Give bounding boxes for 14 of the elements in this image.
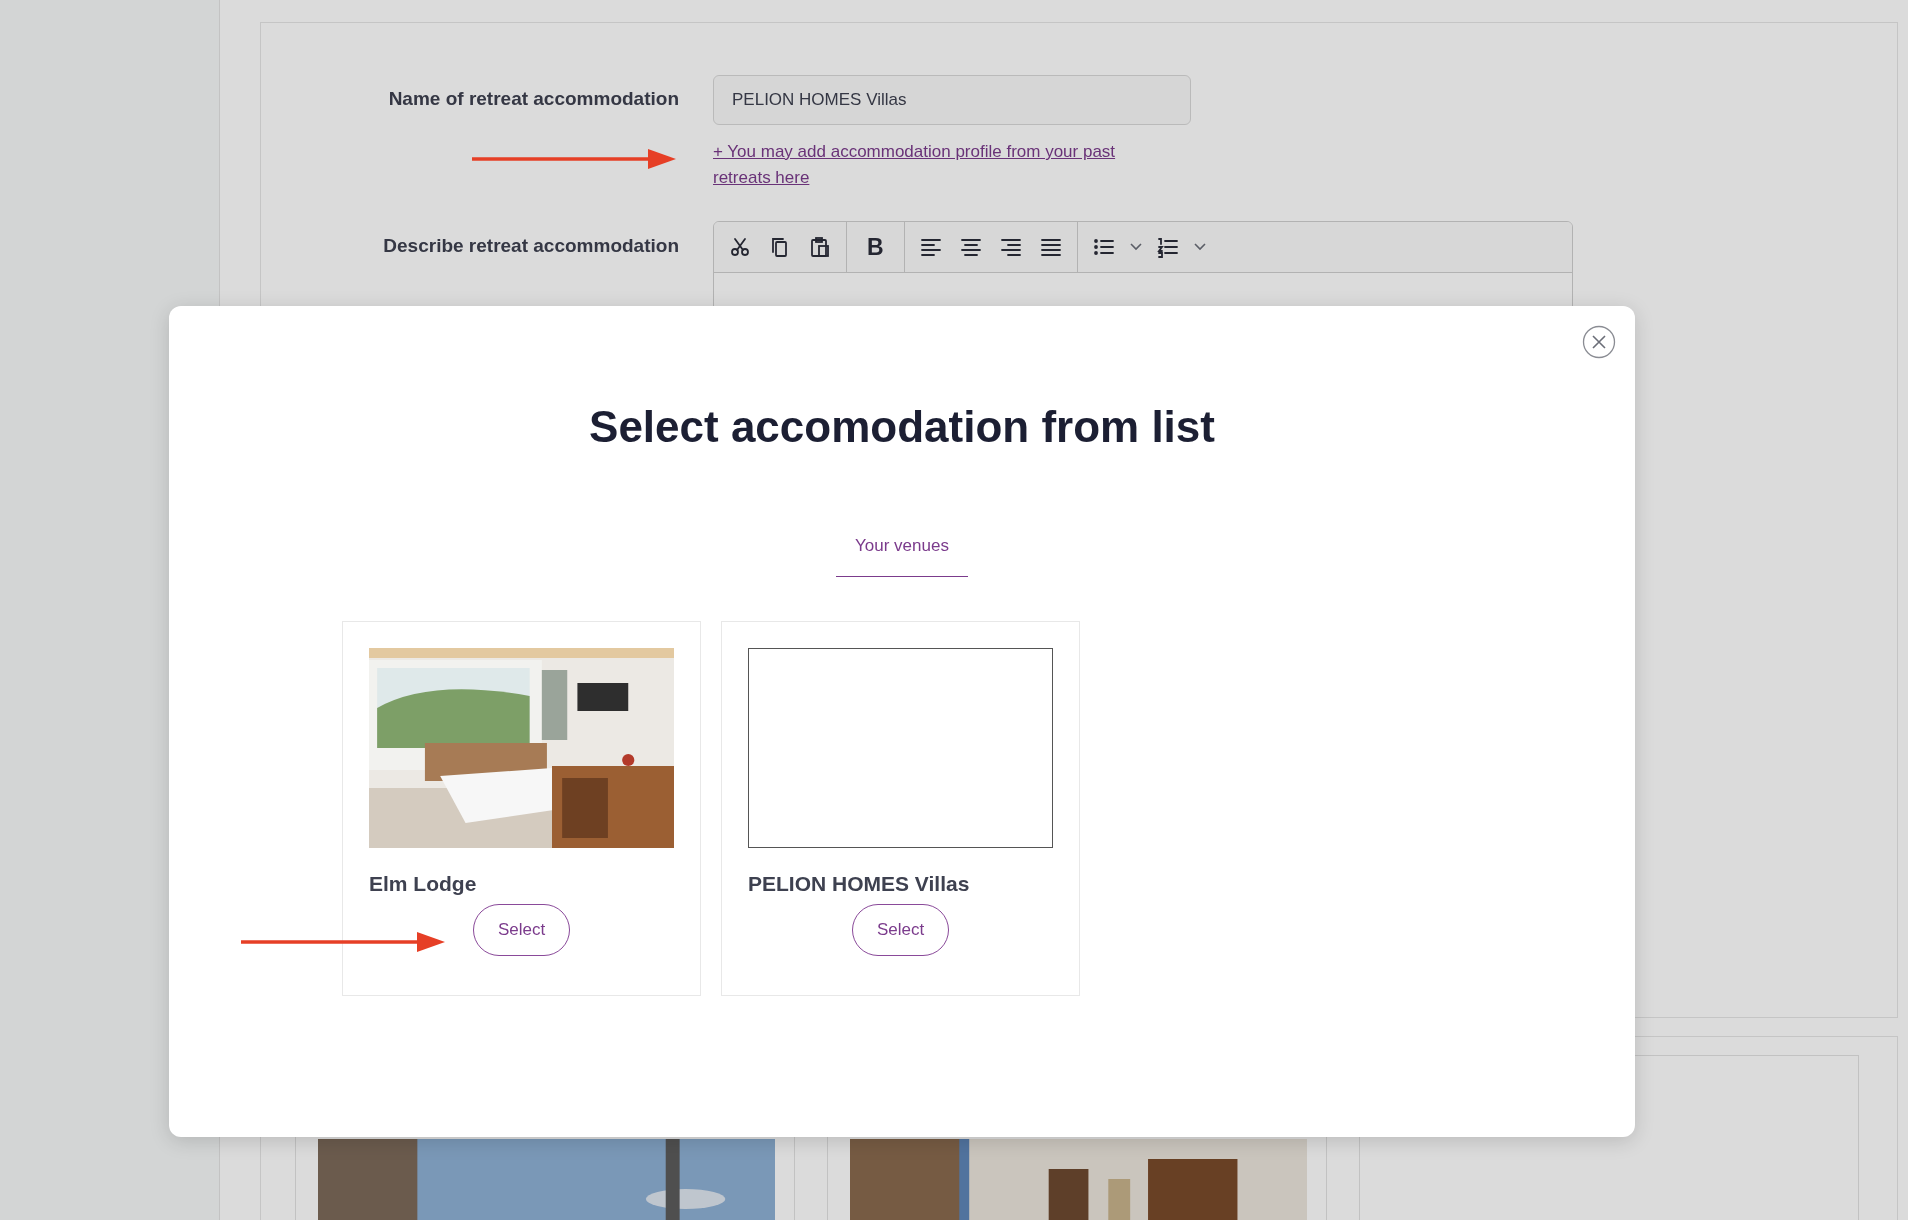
select-button[interactable]: Select — [851, 904, 950, 956]
arrow-icon — [241, 931, 445, 953]
select-button[interactable]: Select — [472, 904, 571, 956]
bold-button[interactable]: B — [855, 230, 896, 264]
field-label: Name of retreat accommodation — [387, 87, 679, 110]
arrow-icon — [472, 148, 676, 170]
venue-name: Elm Lodge — [369, 872, 478, 896]
text-field[interactable]: PELION HOMES Villas — [713, 75, 1191, 125]
add-profile-link[interactable]: + You may add accommodation profile from your past retreats here — [713, 139, 1153, 191]
modal-title: Select accomodation from list — [589, 401, 1215, 453]
tab[interactable]: Your venues — [836, 526, 968, 577]
close-button[interactable] — [1582, 325, 1616, 359]
venue-name: PELION HOMES Villas — [748, 872, 971, 896]
field-label: Describe retreat accommodation — [382, 234, 679, 257]
